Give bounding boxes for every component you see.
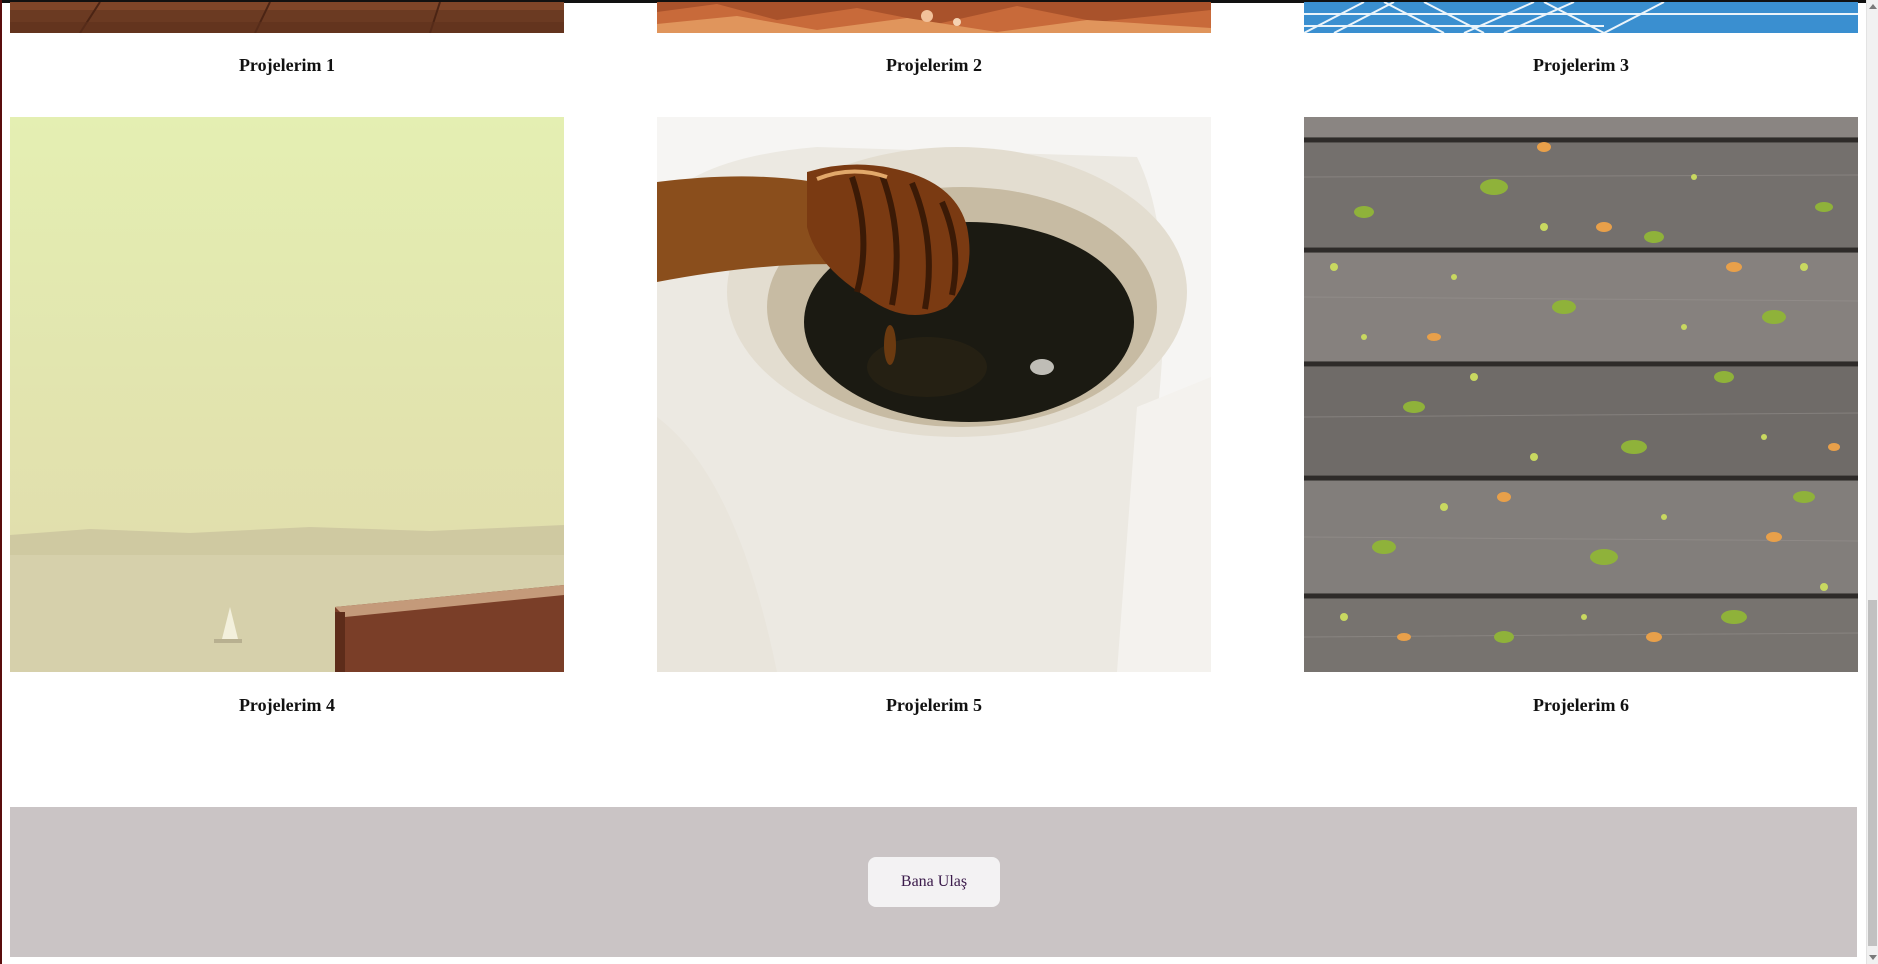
left-border: [0, 0, 2, 964]
project-image-6[interactable]: [1304, 117, 1858, 672]
project-image-5[interactable]: [657, 117, 1211, 672]
scrollbar-thumb[interactable]: [1868, 600, 1877, 946]
project-caption-2: Projelerim 2: [885, 55, 983, 75]
project-image-3[interactable]: [1304, 2, 1858, 33]
project-caption-6: Projelerim 6: [1532, 695, 1630, 715]
project-caption-4: Projelerim 4: [238, 695, 336, 715]
project-caption-5: Projelerim 5: [885, 695, 983, 715]
project-image-4[interactable]: [10, 117, 564, 672]
contact-button[interactable]: Bana Ulaş: [868, 857, 1000, 907]
page-viewport: Projelerim 1 Projelerim 2 Projelerim 3 P…: [0, 0, 1866, 964]
project-caption-3: Projelerim 3: [1532, 55, 1630, 75]
contact-footer: Bana Ulaş: [10, 807, 1857, 957]
vertical-scrollbar[interactable]: [1866, 0, 1878, 964]
scroll-down-arrow-icon[interactable]: [1867, 950, 1878, 964]
project-image-1[interactable]: [10, 2, 564, 33]
project-image-2[interactable]: [657, 2, 1211, 33]
scroll-up-arrow-icon[interactable]: [1867, 0, 1878, 14]
project-caption-1: Projelerim 1: [238, 55, 336, 75]
